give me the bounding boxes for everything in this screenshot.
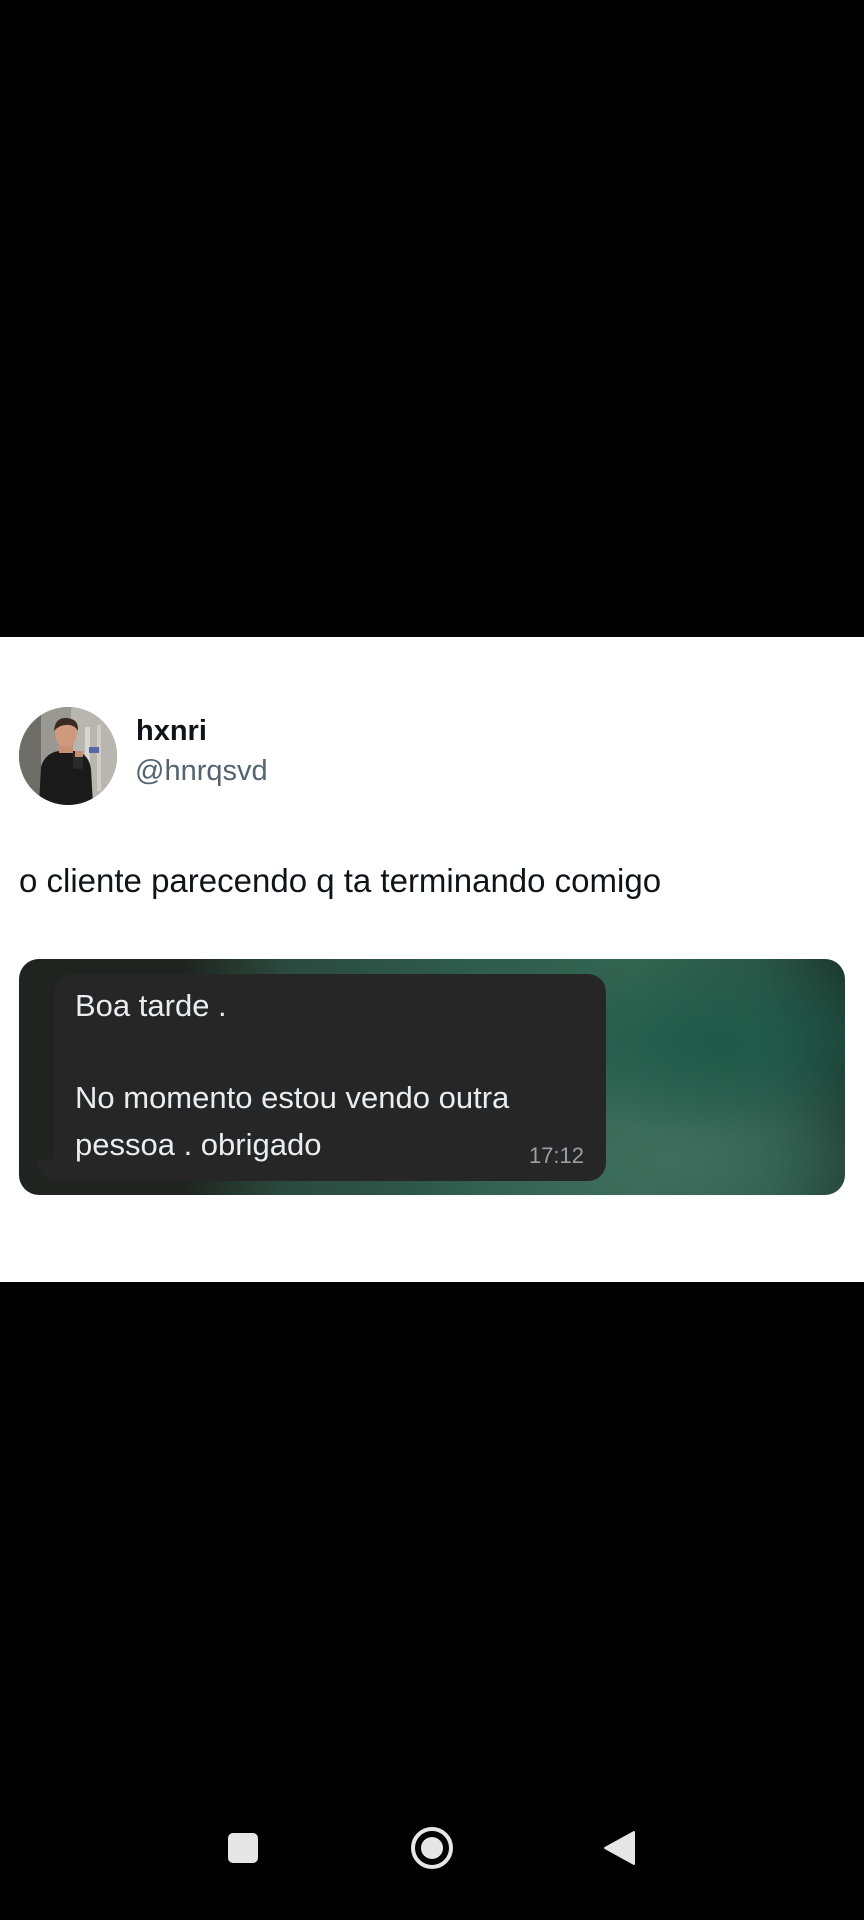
tweet-media-image[interactable]: Boa tarde . No momento estou vendo outra… — [19, 959, 845, 1195]
user-handle[interactable]: @hnrqsvd — [135, 757, 268, 786]
message-line: No momento estou vendo outra — [75, 1080, 510, 1115]
navigation-bar — [0, 1820, 864, 1920]
home-icon — [409, 1825, 455, 1876]
recents-icon — [227, 1832, 259, 1869]
back-button[interactable] — [589, 1820, 649, 1880]
avatar[interactable] — [19, 707, 117, 805]
home-button[interactable] — [402, 1820, 462, 1880]
tweet-card[interactable]: hxnri @hnrqsvd o cliente parecendo q ta … — [0, 637, 864, 1282]
message-line: pessoa . obrigado — [75, 1127, 322, 1162]
display-name[interactable]: hxnri — [136, 717, 207, 746]
back-icon — [602, 1830, 636, 1871]
screen: hxnri @hnrqsvd o cliente parecendo q ta … — [0, 0, 864, 1920]
recents-button[interactable] — [213, 1820, 273, 1880]
chat-bubble: Boa tarde . No momento estou vendo outra… — [54, 974, 606, 1181]
message-line: Boa tarde . — [75, 988, 227, 1023]
tweet-text: o cliente parecendo q ta terminando comi… — [19, 862, 662, 899]
message-time: 17:12 — [528, 1143, 584, 1168]
